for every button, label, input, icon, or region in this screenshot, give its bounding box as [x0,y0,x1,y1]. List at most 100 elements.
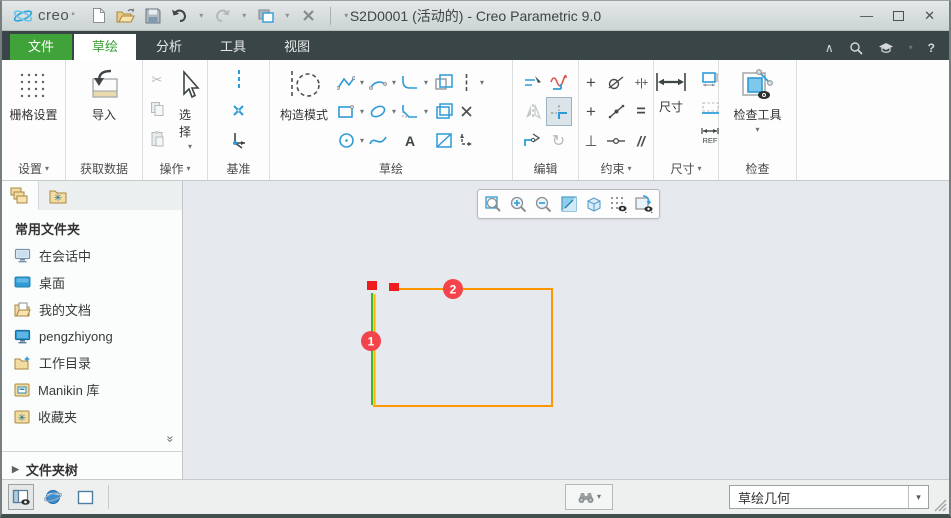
conflict-badge-1[interactable]: 1 [361,331,381,351]
perimeter-dimension-button[interactable] [699,69,721,91]
baseline-dimension-button[interactable] [699,97,721,119]
new-browser-window-button[interactable] [72,484,98,510]
folder-tree-section[interactable]: ▶ 文件夹树 [2,452,182,479]
datum-coordinate-system-button[interactable] [228,129,250,151]
selection-filter-combobox[interactable]: 草绘几何 ▾ [729,485,929,509]
tab-view[interactable]: 视图 [266,34,328,60]
web-browser-button[interactable] [40,484,66,510]
fillet-dropdown-caret[interactable]: ▾ [420,68,432,97]
inspect-dropdown-caret[interactable]: ▾ [755,126,759,134]
offset-button[interactable] [432,68,456,97]
grid-settings-button[interactable]: 栅格设置 [3,65,63,157]
chamfer-button[interactable] [400,97,420,126]
folder-browser-tab[interactable] [2,181,39,210]
import-button[interactable]: 导入 [81,65,127,157]
group-label-operations[interactable]: 操作▾ [143,157,207,180]
maximize-button[interactable] [893,11,904,21]
text-button[interactable]: A [400,126,420,155]
move-resize-button[interactable] [456,126,476,155]
datum-centerline-button[interactable] [228,69,250,91]
paste-button[interactable] [146,127,168,149]
help-button[interactable]: ? [928,41,935,55]
mirror-button[interactable] [520,97,546,126]
close-window-button[interactable] [299,5,319,27]
sidebar-item-manikin-library[interactable]: Manikin 库 [2,376,182,403]
arc-button[interactable] [368,68,388,97]
tab-sketch[interactable]: 草绘 [74,34,136,60]
group-label-dimension[interactable]: 尺寸▾ [654,157,718,180]
sidebar-expand-chevron[interactable]: » [2,430,182,448]
centerline-dropdown-caret[interactable]: ▾ [476,68,488,97]
line-dropdown-caret[interactable]: ▾ [356,68,368,97]
close-button[interactable]: ✕ [924,9,935,22]
save-button[interactable] [143,5,163,27]
rotate-resize-button[interactable]: ↻ [546,126,572,155]
divide-button[interactable] [520,126,546,155]
resize-grip[interactable] [934,499,947,512]
coincident-constraint-button[interactable] [604,126,629,155]
sketch-geometry[interactable]: 1 2 [183,181,949,478]
tab-file[interactable]: 文件 [10,34,72,60]
vertex-handle-2[interactable] [389,283,399,291]
learning-connector-button[interactable] [878,42,894,54]
ellipse-button[interactable] [368,97,388,126]
circle-dropdown-caret[interactable]: ▾ [356,126,368,155]
redo-button[interactable] [213,5,233,27]
sidebar-item-desktop[interactable]: 桌面 [2,269,182,296]
sidebar-item-working-directory[interactable]: 工作目录 [2,350,182,377]
find-dropdown-caret[interactable]: ▾ [597,493,601,501]
favorites-tab[interactable]: ✳ [39,181,76,210]
sidebar-item-my-documents[interactable]: 我的文档 [2,296,182,323]
regenerate-dropdown-caret[interactable]: ▾ [283,11,292,20]
ellipse-dropdown-caret[interactable]: ▾ [388,97,400,126]
undo-dropdown-caret[interactable]: ▾ [197,11,206,20]
learning-dropdown-caret[interactable]: ▾ [909,44,913,52]
undo-button[interactable] [170,5,190,27]
point-button[interactable] [456,97,476,126]
regenerate-button[interactable] [256,5,276,27]
tab-analysis[interactable]: 分析 [138,34,200,60]
sidebar-item-computer[interactable]: pengzhiyong [2,323,182,350]
folder-tree-expand-arrow[interactable]: ▶ [12,464,19,475]
datum-point-button[interactable] [228,99,250,121]
command-search-button[interactable] [849,41,863,55]
fillet-button[interactable] [400,68,420,97]
sidebar-item-in-session[interactable]: 在会话中 [2,242,182,269]
conflict-badge-2[interactable]: 2 [443,279,463,299]
horizontal-constraint-button[interactable]: + [579,97,604,126]
cut-button[interactable]: ✂ [146,69,168,91]
centerline-button[interactable] [456,68,476,97]
chamfer-dropdown-caret[interactable]: ▾ [420,97,432,126]
find-button[interactable]: ▾ [565,484,613,510]
arc-dropdown-caret[interactable]: ▾ [388,68,400,97]
rectangle-dropdown-caret[interactable]: ▾ [356,97,368,126]
circle-button[interactable] [336,126,356,155]
line-chain-button[interactable] [336,68,356,97]
vertex-handle-1[interactable] [367,281,377,290]
open-file-button[interactable] [116,5,136,27]
tangent-constraint-button[interactable] [604,68,629,97]
group-label-settings[interactable]: 设置▾ [2,157,65,180]
toggle-navigator-button[interactable] [8,484,34,510]
delete-segment-button[interactable] [546,68,572,97]
graphics-area[interactable]: 1 2 [183,181,949,479]
select-dropdown-caret[interactable]: ▾ [188,143,192,151]
rectangle-button[interactable] [336,97,356,126]
sidebar-item-favorites[interactable]: ✳ 收藏夹 [2,403,182,430]
corner-trim-button[interactable] [546,97,572,126]
reference-dimension-button[interactable]: REF [699,125,721,147]
group-label-constrain[interactable]: 约束▾ [579,157,653,180]
vertical-constraint-button[interactable]: + [579,68,604,97]
perpendicular-constraint-button[interactable]: ⊥ [579,126,604,155]
dimension-button[interactable]: 尺寸 [648,65,694,157]
copy-button[interactable] [146,98,168,120]
sketch-rectangle-lines[interactable] [373,289,552,406]
minimize-ribbon-button[interactable]: ∧ [825,41,834,55]
construction-mode-button[interactable]: 构造模式 [272,65,336,157]
sketcher-palette-button[interactable] [432,126,456,155]
minimize-button[interactable]: — [860,9,873,22]
modify-button[interactable] [520,68,546,97]
inspect-tools-button[interactable]: 检查工具 ▾ [727,65,787,157]
midpoint-constraint-button[interactable] [604,97,629,126]
offset-thicken-button[interactable] [432,97,456,126]
